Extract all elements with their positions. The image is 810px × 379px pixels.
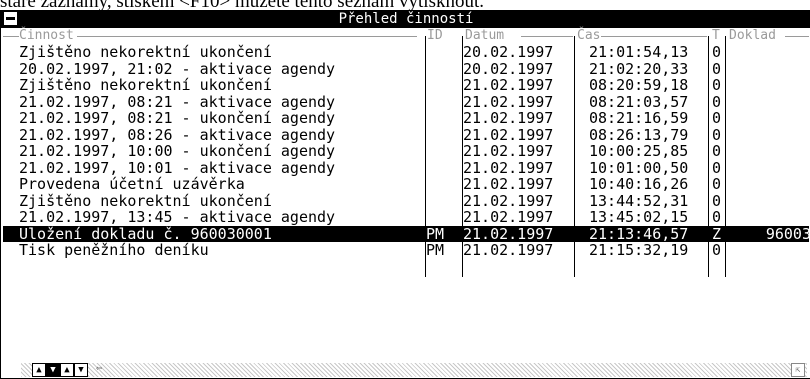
cell-datum: 20.02.1997 xyxy=(463,44,554,61)
cell-datum: 21.02.1997 xyxy=(463,93,554,110)
arrow-down-icon[interactable]: ▼ xyxy=(74,363,88,377)
column-header-cas[interactable]: Čas xyxy=(577,28,600,44)
arrow-up-first-icon[interactable]: ▲ xyxy=(32,363,46,377)
cell-datum: 21.02.1997 xyxy=(463,242,554,259)
cell-t: 0 xyxy=(712,143,722,160)
header-corner xyxy=(725,36,726,44)
list-item[interactable]: 21.02.1997, 10:01 - aktivace agendy 21.02… xyxy=(3,160,809,177)
cell-t: 0 xyxy=(712,159,722,176)
cell-cinnost: Zjištěno nekorektní ukončení xyxy=(19,192,272,209)
cell-t: 0 xyxy=(712,77,722,94)
resize-grip-icon[interactable]: ⇱ xyxy=(791,363,805,377)
cell-datum: 21.02.1997 xyxy=(463,209,554,226)
header-corner xyxy=(462,36,463,44)
cell-cas: 08:20:59,18 xyxy=(589,77,689,94)
header-corner xyxy=(425,36,426,44)
column-header-doklad[interactable]: Doklad xyxy=(729,28,776,44)
cell-t: 0 xyxy=(712,93,722,110)
cell-datum: 21.02.1997 xyxy=(463,126,554,143)
cell-datum: 20.02.1997 xyxy=(463,60,554,77)
cell-datum: 21.02.1997 xyxy=(463,110,554,127)
cell-cas: 13:44:52,31 xyxy=(589,192,689,209)
cell-cas: 21:01:54,13 xyxy=(589,44,689,61)
cell-t: 0 xyxy=(712,60,722,77)
cell-datum: 21.02.1997 xyxy=(463,225,554,242)
cell-cinnost: Zjištěno nekorektní ukončení xyxy=(19,77,272,94)
activity-list: Zjištěno nekorektní ukončení 20.02.1997 21… xyxy=(3,44,810,259)
cell-cas: 21:15:32,19 xyxy=(589,242,689,259)
cell-cas: 21:02:20,33 xyxy=(589,60,689,77)
header-corner xyxy=(574,36,575,44)
cell-doklad: 96003 xyxy=(765,225,810,242)
header-line xyxy=(785,36,809,37)
cell-datum: 21.02.1997 xyxy=(463,192,554,209)
cell-cinnost: Provedena účetní uzávěrka xyxy=(19,176,245,193)
list-item[interactable]: Tisk peněžního deníku PM 21.02.1997 21:15:3… xyxy=(3,242,809,259)
cell-cas: 21:13:46,57 xyxy=(589,225,689,242)
list-item[interactable]: 21.02.1997, 08:21 - ukončení agendy 21.02… xyxy=(3,110,809,127)
arrow-up-icon[interactable]: ▲ xyxy=(60,363,74,377)
cell-cinnost: 21.02.1997, 08:21 - ukončení agendy xyxy=(19,110,336,127)
cell-t: 0 xyxy=(712,242,722,259)
filter-icon[interactable]: ⇦ xyxy=(96,363,110,375)
cell-t: 0 xyxy=(712,192,722,209)
cell-cinnost: 21.02.1997, 08:21 - aktivace agendy xyxy=(19,93,336,110)
cell-id: PM xyxy=(426,225,445,242)
cell-cinnost: 20.02.1997, 21:02 - aktivace agendy xyxy=(19,60,336,77)
cell-cinnost: 21.02.1997, 10:00 - ukončení agendy xyxy=(19,143,336,160)
cell-t: 0 xyxy=(712,44,722,61)
cell-cas: 10:40:16,26 xyxy=(589,176,689,193)
cell-t: Z xyxy=(712,225,722,242)
cell-cinnost: Tisk peněžního deníku xyxy=(19,242,209,259)
cell-t: 0 xyxy=(712,110,722,127)
window-title: Přehled činností xyxy=(338,11,474,27)
cell-cinnost: 21.02.1997, 08:26 - aktivace agendy xyxy=(19,126,336,143)
header-line xyxy=(521,36,573,37)
list-item[interactable]: 20.02.1997, 21:02 - aktivace agendy 20.02… xyxy=(3,61,809,78)
cell-t: 0 xyxy=(712,126,722,143)
list-item[interactable]: 21.02.1997, 08:21 - aktivace agendy 21.02… xyxy=(3,94,809,111)
cell-datum: 21.02.1997 xyxy=(463,77,554,94)
cell-cas: 13:45:02,15 xyxy=(589,209,689,226)
header-corner xyxy=(708,36,709,44)
list-item[interactable]: 21.02.1997, 13:45 - aktivace agendy 21.02… xyxy=(3,209,809,226)
cell-datum: 21.02.1997 xyxy=(463,159,554,176)
list-item[interactable]: Provedena účetní uzávěrka 21.02.1997 10:40… xyxy=(3,176,809,193)
cell-t: 0 xyxy=(712,176,722,193)
title-bar[interactable]: Přehled činností xyxy=(1,10,810,28)
column-header-t[interactable]: T xyxy=(712,28,720,44)
list-item[interactable]: Zjištěno nekorektní ukončení 21.02.1997 08… xyxy=(3,77,809,94)
list-item[interactable]: Zjištěno nekorektní ukončení 21.02.1997 13… xyxy=(3,193,809,210)
cell-cinnost: 21.02.1997, 10:01 - aktivace agendy xyxy=(19,159,336,176)
cell-cas: 10:00:25,85 xyxy=(589,143,689,160)
column-header-cinnost[interactable]: Činnost xyxy=(19,28,74,44)
cell-cinnost: Uložení dokladu č. 960030001 xyxy=(19,225,272,242)
column-header-id[interactable]: ID xyxy=(427,28,443,44)
cell-cas: 08:26:13,79 xyxy=(589,126,689,143)
cell-cinnost: Zjištěno nekorektní ukončení xyxy=(19,44,272,61)
cell-datum: 21.02.1997 xyxy=(463,176,554,193)
cell-cas: 08:21:03,57 xyxy=(589,93,689,110)
header-line xyxy=(3,36,19,37)
cell-cinnost: 21.02.1997, 13:45 - aktivace agendy xyxy=(19,209,336,226)
cell-cas: 08:21:16,59 xyxy=(589,110,689,127)
arrow-down-last-icon[interactable]: ▼ xyxy=(46,363,60,377)
header-line xyxy=(601,36,707,37)
list-item[interactable]: Zjištěno nekorektní ukončení 20.02.1997 21… xyxy=(3,44,809,61)
list-item[interactable]: 21.02.1997, 08:26 - aktivace agendy 21.02… xyxy=(3,127,809,144)
list-item[interactable]: 21.02.1997, 10:00 - ukončení agendy 21.02… xyxy=(3,143,809,160)
cell-datum: 21.02.1997 xyxy=(463,143,554,160)
status-bar xyxy=(21,363,807,377)
list-item[interactable]: Uložení dokladu č. 960030001 PM 21.02.1997… xyxy=(3,225,810,242)
header-line xyxy=(77,36,417,37)
activity-log-window: Přehled činností Činnost ID Datum Čas T … xyxy=(0,10,810,379)
cell-cas: 10:01:00,50 xyxy=(589,159,689,176)
column-header-datum[interactable]: Datum xyxy=(465,28,504,44)
cell-t: 0 xyxy=(712,209,722,226)
cell-id: PM xyxy=(426,242,445,259)
